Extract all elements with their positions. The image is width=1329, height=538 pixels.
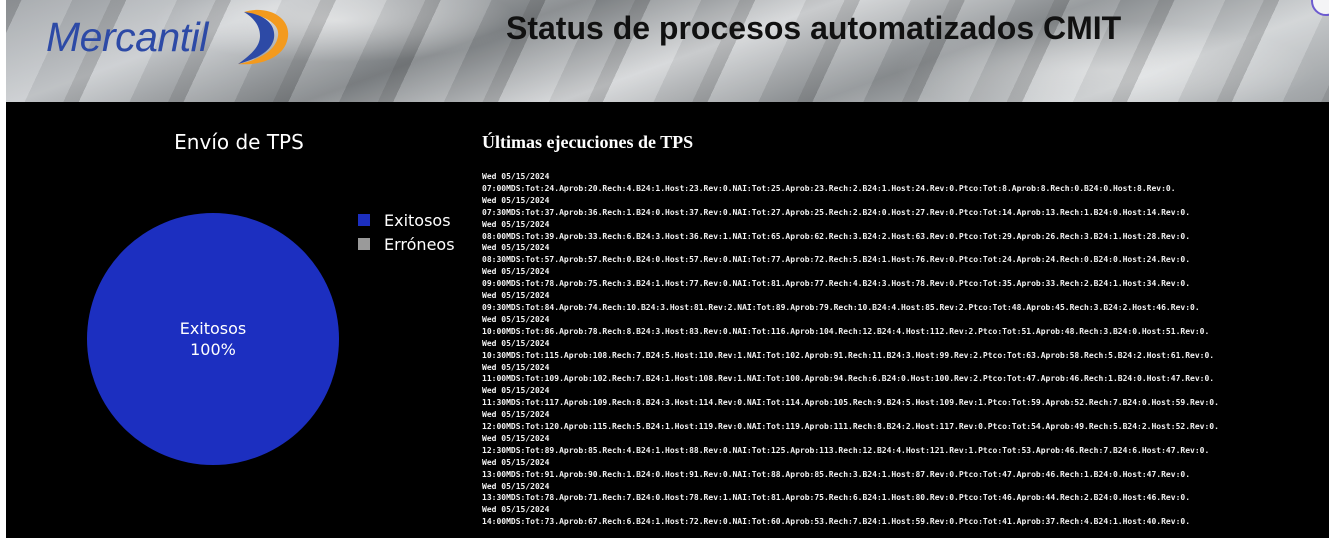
log-entry-date: Wed 05/15/2024: [482, 386, 550, 396]
logo-text: Mercantil: [46, 14, 208, 60]
chart-title: Envío de TPS: [174, 130, 304, 154]
log-entry-line: 07:00MDS:Tot:24.Aprob:20.Rech:4.B24:1.Ho…: [482, 183, 1176, 193]
log-entry-date: Wed 05/15/2024: [482, 457, 550, 467]
log-entry-date: Wed 05/15/2024: [482, 172, 550, 181]
log-panel: Últimas ejecuciones de TPS Wed 05/15/202…: [470, 102, 1329, 538]
log-entry-date: Wed 05/15/2024: [482, 243, 550, 253]
mercantil-logo: Mercantil: [44, 6, 304, 70]
log-entry-line: 10:30MDS:Tot:115.Aprob:108.Rech:7.B24:5.…: [482, 350, 1215, 360]
log-entry-date: Wed 05/15/2024: [482, 505, 550, 515]
log-entry-line: 11:30MDS:Tot:117.Aprob:109.Rech:8.B24:3.…: [482, 398, 1219, 408]
log-entry-date: Wed 05/15/2024: [482, 291, 550, 301]
pie-slice-label: Exitosos: [180, 319, 247, 338]
log-entry-date: Wed 05/15/2024: [482, 433, 550, 443]
log-entry-date: Wed 05/15/2024: [482, 410, 550, 420]
log-entry-line: 14:00MDS:Tot:73.Aprob:67.Rech:6.B24:1.Ho…: [482, 517, 1191, 527]
log-entry-date: Wed 05/15/2024: [482, 314, 550, 324]
log-list: Wed 05/15/2024 07:00MDS:Tot:24.Aprob:20.R…: [482, 171, 1219, 528]
log-entry-line: 07:30MDS:Tot:37.Aprob:36.Rech:1.B24:0.Ho…: [482, 207, 1191, 217]
log-entry-date: Wed 05/15/2024: [482, 338, 550, 348]
log-entry-line: 08:30MDS:Tot:57.Aprob:57.Rech:0.B24:0.Ho…: [482, 255, 1191, 265]
pie-slice-exitosos[interactable]: [87, 213, 339, 465]
logo-swoosh-icon: [238, 9, 289, 65]
log-entry-line: 12:00MDS:Tot:120.Aprob:115.Rech:5.B24:1.…: [482, 422, 1219, 432]
log-entry-date: Wed 05/15/2024: [482, 267, 550, 277]
chart-panel: Envío de TPS Exitosos 100% Exitosos Erró…: [6, 102, 470, 538]
legend-label: Erróneos: [384, 234, 455, 254]
log-entry-line: 09:30MDS:Tot:84.Aprob:74.Rech:10.B24:3.H…: [482, 302, 1200, 312]
log-entry-line: 12:30MDS:Tot:89.Aprob:85.Rech:4.B24:1.Ho…: [482, 445, 1210, 455]
legend-swatch: [358, 238, 370, 250]
log-entry-line: 09:00MDS:Tot:78.Aprob:75.Rech:3.B24:1.Ho…: [482, 279, 1191, 289]
log-entry-date: Wed 05/15/2024: [482, 219, 550, 229]
page-title: Status de procesos automatizados CMIT: [506, 10, 1122, 46]
legend-item-exitosos[interactable]: Exitosos: [358, 208, 455, 232]
chart-legend: Exitosos Erróneos: [358, 208, 455, 256]
log-entry-date: Wed 05/15/2024: [482, 362, 550, 372]
log-entry-line: 11:00MDS:Tot:109.Aprob:102.Rech:7.B24:1.…: [482, 374, 1215, 384]
log-entry-line: 08:00MDS:Tot:39.Aprob:33.Rech:6.B24:3.Ho…: [482, 231, 1191, 241]
pie-slice-percent: 100%: [190, 340, 236, 359]
log-entry-line: 13:00MDS:Tot:91.Aprob:90.Rech:1.B24:0.Ho…: [482, 469, 1191, 479]
log-title: Últimas ejecuciones de TPS: [482, 132, 694, 152]
log-entry-line: 13:30MDS:Tot:78.Aprob:71.Rech:7.B24:0.Ho…: [482, 493, 1191, 503]
header-banner: Mercantil Status de procesos automatizad…: [6, 0, 1329, 102]
log-entry-date: Wed 05/15/2024: [482, 195, 550, 205]
legend-label: Exitosos: [384, 210, 451, 230]
log-entry-line: 10:00MDS:Tot:86.Aprob:78.Rech:8.B24:3.Ho…: [482, 326, 1210, 336]
pie-chart[interactable]: Exitosos 100%: [86, 212, 340, 466]
legend-swatch: [358, 214, 370, 226]
log-entry-date: Wed 05/15/2024: [482, 481, 550, 491]
legend-item-erroneos[interactable]: Erróneos: [358, 232, 455, 256]
